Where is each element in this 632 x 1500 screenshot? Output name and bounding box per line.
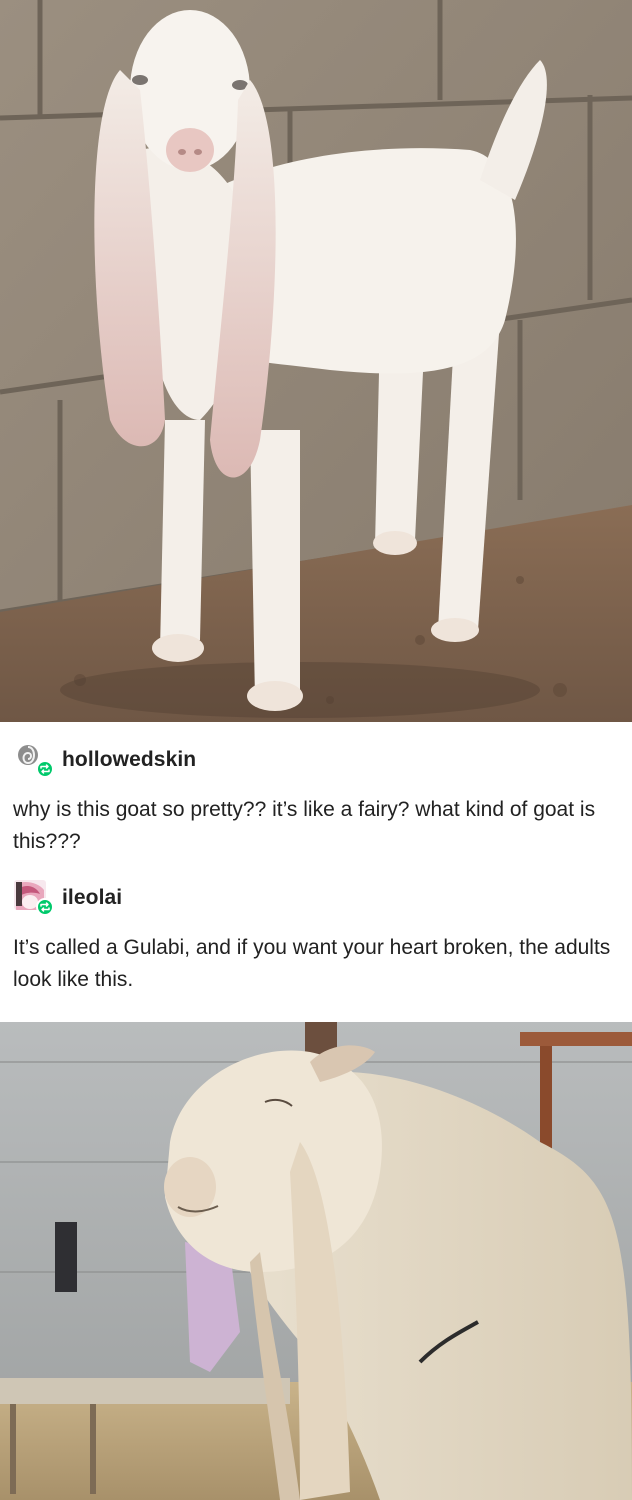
goat-kid-photo: [0, 0, 632, 722]
post-card: hollowedskin why is this goat so pretty?…: [0, 722, 632, 1022]
username[interactable]: hollowedskin: [62, 748, 196, 772]
user-avatar[interactable]: [14, 742, 54, 778]
reblog-icon: [36, 898, 54, 916]
username[interactable]: ileolai: [62, 886, 122, 910]
reblog-icon: [36, 760, 54, 778]
post-text: It’s called a Gulabi, and if you want yo…: [13, 936, 611, 991]
reblog-header[interactable]: ileolai: [14, 880, 122, 916]
user-avatar[interactable]: [14, 880, 54, 916]
post-text: why is this goat so pretty?? it’s like a…: [13, 798, 596, 853]
tumblr-post-screenshot: hollowedskin why is this goat so pretty?…: [0, 0, 632, 1500]
reblog-header[interactable]: hollowedskin: [14, 742, 196, 778]
adult-goat-photo: [0, 1022, 632, 1500]
